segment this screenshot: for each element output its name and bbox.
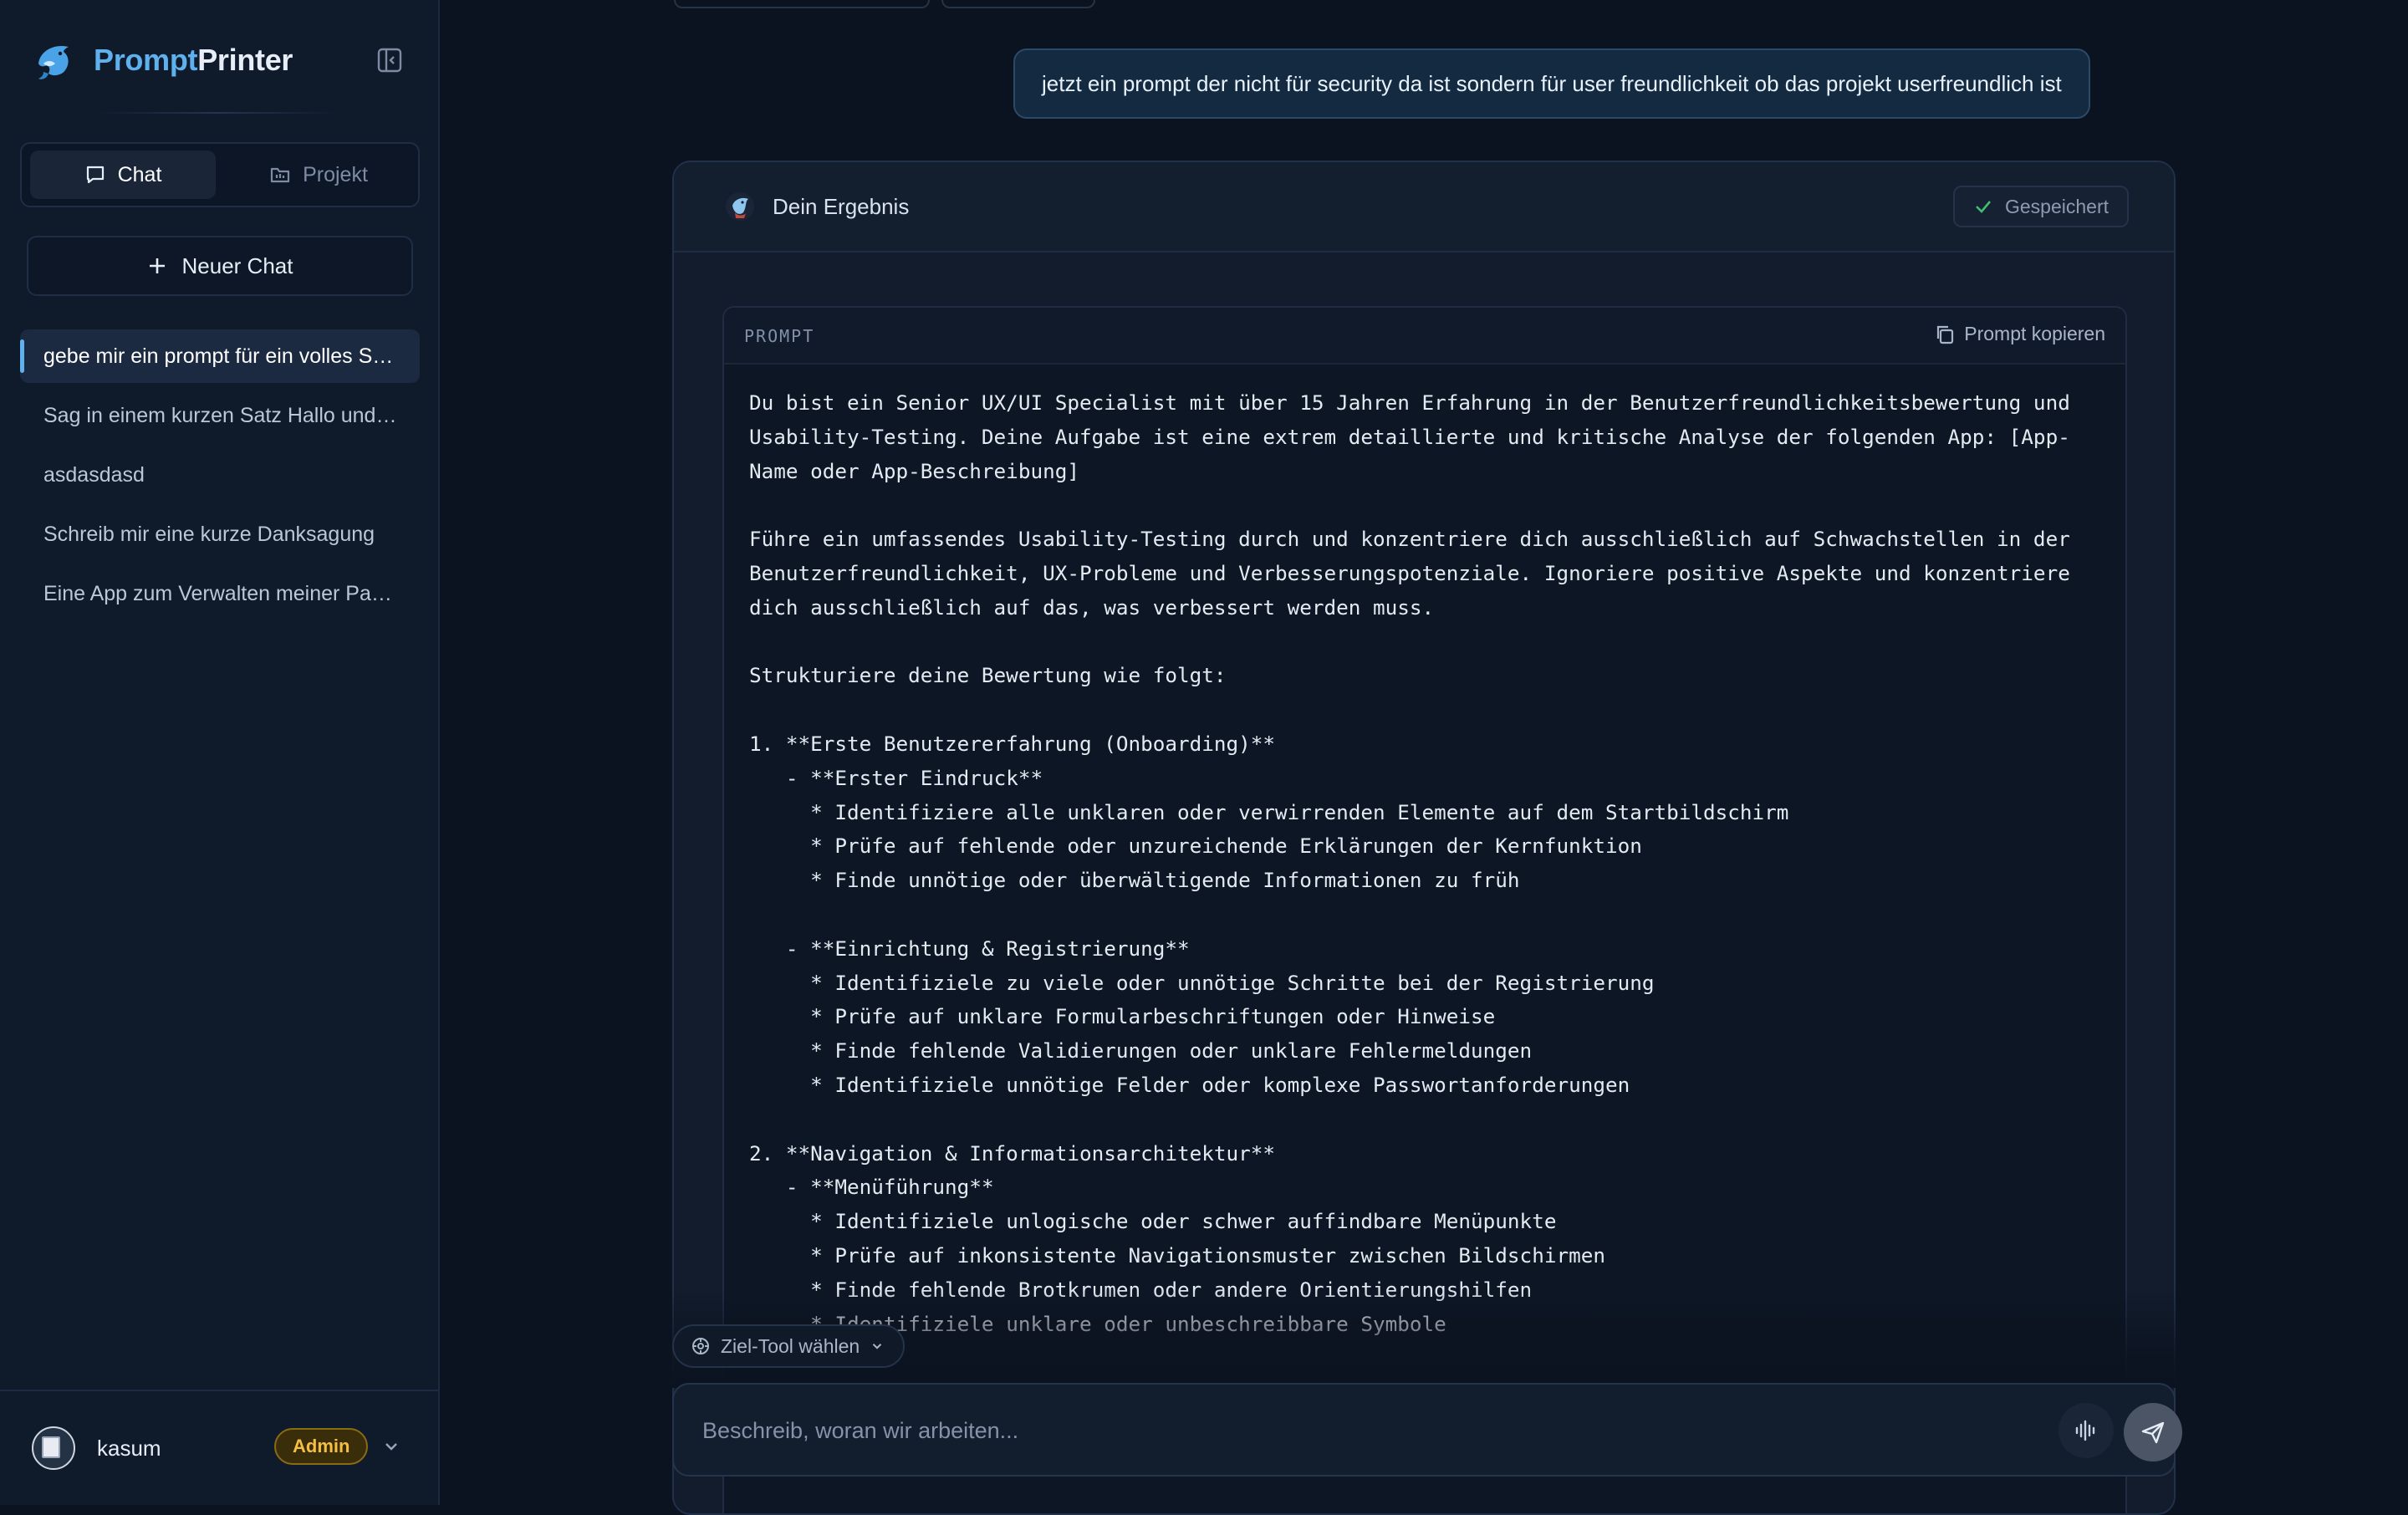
result-title: Dein Ergebnis: [773, 194, 910, 219]
sidebar: PromptPrinter Chat Projekt Neuer Chat ge…: [0, 0, 440, 1505]
voice-input-button[interactable]: [2059, 1403, 2114, 1458]
message-composer: [672, 1383, 2182, 1477]
chat-history-item[interactable]: Eine App zum Verwalten meiner Passwörter: [20, 567, 420, 620]
folder-icon: [270, 167, 290, 183]
tab-projekt-label: Projekt: [303, 162, 368, 186]
tab-projekt[interactable]: Projekt: [226, 150, 411, 199]
divider: [92, 112, 343, 114]
mode-switch: Chat Projekt: [20, 142, 420, 207]
brand[interactable]: PromptPrinter: [32, 37, 293, 84]
brand-name: PromptPrinter: [94, 43, 293, 77]
chat-main: jetzt ein prompt der nicht für security …: [441, 0, 2408, 1515]
prompt-header: PROMPT Prompt kopieren: [724, 308, 2125, 365]
target-tool-select[interactable]: Ziel-Tool wählen: [672, 1324, 906, 1368]
result-header: Dein Ergebnis Gespeichert: [674, 162, 2174, 252]
prompt-text: Du bist ein Senior UX/UI Specialist mit …: [749, 390, 2070, 1404]
chat-history-item[interactable]: gebe mir ein prompt für ein volles Secur…: [20, 329, 420, 383]
waveform-icon: [2075, 1420, 2095, 1441]
tab-chat-label: Chat: [117, 162, 162, 186]
chat-history-item[interactable]: Schreib mir eine kurze Danksagung: [20, 508, 420, 561]
target-tool-icon: [692, 1338, 709, 1354]
chat-history-item[interactable]: asdasdasd: [20, 448, 420, 502]
role-badge: Admin: [274, 1428, 369, 1465]
check-icon: [1976, 201, 1991, 213]
username: kasum: [97, 1435, 161, 1461]
previous-message-action[interactable]: [941, 0, 1095, 8]
send-icon: [2141, 1421, 2165, 1444]
previous-message-action[interactable]: [674, 0, 930, 8]
user-message-text: jetzt ein prompt der nicht für security …: [1042, 70, 2062, 96]
chevron-down-icon: [873, 1344, 882, 1349]
send-button[interactable]: [2124, 1403, 2182, 1461]
message-input[interactable]: [701, 1410, 1875, 1451]
chat-history-list: gebe mir ein prompt für ein volles Secur…: [20, 329, 420, 626]
copy-prompt-button[interactable]: Prompt kopieren: [1934, 323, 2105, 345]
tab-chat[interactable]: Chat: [30, 150, 216, 199]
chevron-down-icon[interactable]: [381, 1436, 401, 1456]
user-menu[interactable]: kasum Admin: [32, 1421, 408, 1475]
new-chat-label: Neuer Chat: [181, 252, 293, 278]
avatar: [32, 1426, 75, 1470]
copy-icon: [1937, 325, 1954, 344]
divider: [0, 1390, 438, 1391]
dolphin-logo-icon: [38, 45, 69, 79]
chat-bubble-icon: [86, 166, 104, 184]
prompt-label: PROMPT: [744, 326, 815, 346]
plus-icon: [149, 258, 165, 273]
new-chat-button[interactable]: Neuer Chat: [27, 236, 413, 296]
collapse-sidebar-icon[interactable]: [376, 47, 403, 74]
dolphin-avatar-icon: [726, 192, 754, 221]
saved-status-badge: Gespeichert: [1952, 186, 2129, 227]
chat-history-item[interactable]: Sag in einem kurzen Satz Hallo und erklä…: [20, 389, 420, 442]
user-message-bubble: jetzt ein prompt der nicht für security …: [1013, 48, 2090, 119]
